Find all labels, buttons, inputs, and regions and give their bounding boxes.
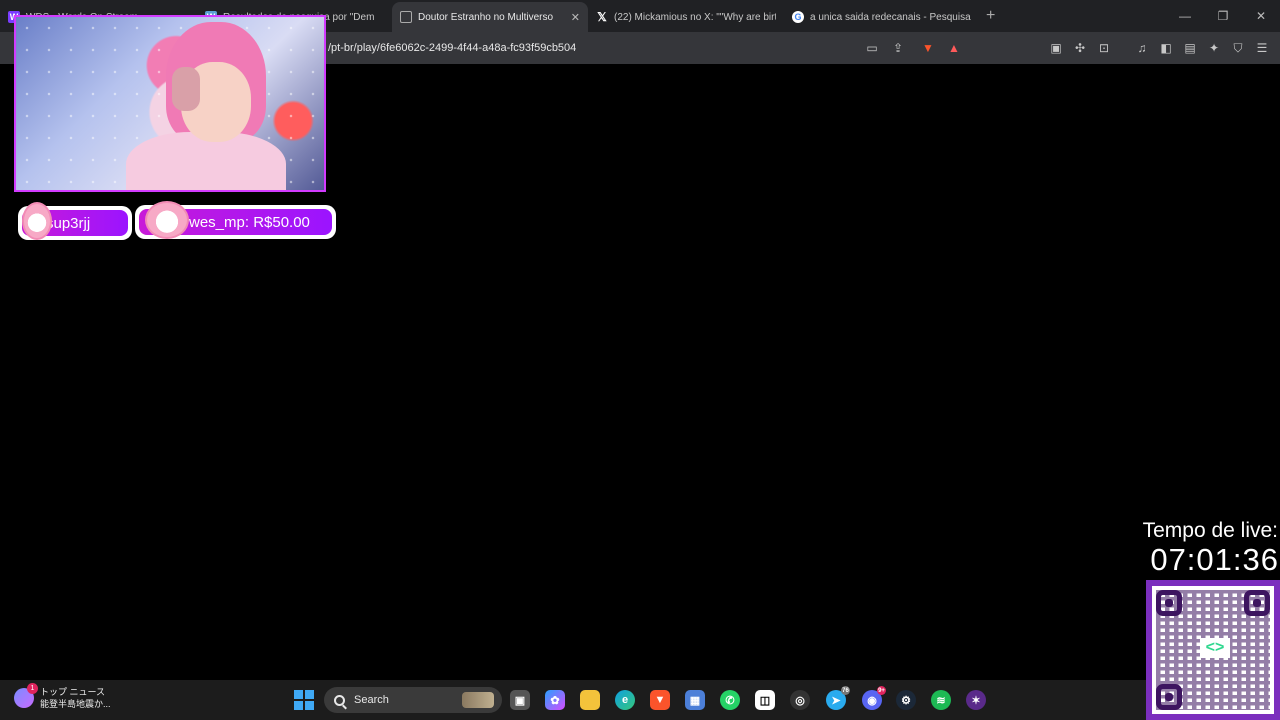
leo-ai-icon[interactable]: ✦	[1206, 40, 1222, 56]
capcut-icon[interactable]: ◫	[755, 690, 775, 710]
tab-x-post[interactable]: 𝕏 (22) Mickamious no X: ""Why are birt	[588, 2, 784, 32]
brave-shields-icon[interactable]: ▼	[920, 40, 936, 56]
telegram-icon[interactable]: ➤ 76	[826, 686, 850, 710]
extensions-icon[interactable]: ✣	[1072, 40, 1088, 56]
obs-icon[interactable]: ◎	[790, 690, 810, 710]
extension-counter-icon[interactable]: ▣	[1048, 40, 1064, 56]
cast-icon[interactable]: ▭	[864, 40, 880, 56]
donation-alert: wes_mp: R$50.00	[135, 201, 336, 239]
tab-doutor-estranho[interactable]: Doutor Estranho no Multiverso ✕	[392, 2, 588, 32]
tab-title: Doutor Estranho no Multiverso	[418, 11, 554, 23]
tab-google-search[interactable]: G a unica saida redecanais - Pesquisa G	[784, 2, 980, 32]
search-highlight-icon	[462, 692, 494, 708]
menu-icon[interactable]: ☰	[1254, 40, 1270, 56]
telegram-badge: 76	[841, 686, 850, 695]
qr-code: <>	[1146, 580, 1280, 720]
pig-mascot-icon	[145, 201, 189, 239]
edge-icon[interactable]: e	[615, 690, 635, 710]
windows-taskbar: 1 トップ ニュース 能登半島地震か... Search ▣ ✿ e ▼ ▦ ✆…	[0, 680, 1146, 720]
vpn-icon[interactable]: ⛉	[1230, 40, 1246, 56]
search-label: Search	[354, 694, 389, 706]
copilot-icon[interactable]: ✿	[545, 690, 565, 710]
news-subtitle: 能登半島地震か...	[40, 699, 111, 709]
screenshot-icon[interactable]: ⊡	[1096, 40, 1112, 56]
tab-title: a unica saida redecanais - Pesquisa G	[810, 11, 972, 23]
google-icon: G	[792, 11, 804, 23]
steam-icon[interactable]: ⚙	[896, 690, 916, 710]
screen: W WDS - Words On Stream W Resultados da …	[0, 0, 1280, 720]
taskbar-search[interactable]: Search	[324, 687, 502, 713]
app-icon[interactable]: ✶	[966, 690, 986, 710]
live-timer-label: Tempo de live:	[1142, 519, 1278, 542]
discord-badge: 9+	[877, 686, 886, 695]
player-icon	[400, 11, 412, 23]
spotify-icon[interactable]: ≋	[931, 690, 951, 710]
brave-icon[interactable]: ▼	[650, 690, 670, 710]
store-icon[interactable]: ▦	[685, 690, 705, 710]
discord-icon[interactable]: ◉ 9+	[862, 686, 886, 710]
file-explorer-icon[interactable]	[580, 690, 600, 710]
search-icon	[334, 694, 345, 706]
webcam-overlay	[14, 15, 326, 192]
qr-logo-icon: <>	[1200, 638, 1230, 658]
task-view-icon[interactable]: ▣	[510, 690, 530, 710]
news-badge: 1	[27, 683, 38, 694]
close-tab-icon[interactable]: ✕	[571, 11, 580, 24]
restore-icon[interactable]: ❐	[1204, 0, 1242, 32]
widgets-icon: 1	[14, 683, 38, 708]
whatsapp-icon[interactable]: ✆	[720, 690, 740, 710]
new-tab-button[interactable]: +	[986, 7, 995, 25]
news-title: トップ ニュース	[40, 687, 106, 697]
close-window-icon[interactable]: ✕	[1242, 0, 1280, 32]
address-bar-url[interactable]: /pt-br/play/6fe6062c-2499-4f44-a48a-fc93…	[328, 42, 576, 54]
wallet-icon[interactable]: ▤	[1182, 40, 1198, 56]
cake-mascot-icon	[22, 202, 52, 240]
live-timer-value: 07:01:36	[1150, 542, 1279, 577]
start-button[interactable]	[294, 690, 314, 710]
media-icon[interactable]: ♫	[1134, 40, 1150, 56]
follower-alert: sup3rjj	[18, 202, 132, 240]
tab-title: (22) Mickamious no X: ""Why are birt	[614, 11, 776, 23]
news-widget[interactable]: 1 トップ ニュース 能登半島地震か...	[14, 683, 111, 710]
share-icon[interactable]: ⇪	[890, 40, 906, 56]
x-icon: 𝕏	[597, 10, 607, 24]
window-controls: — ❐ ✕	[1166, 0, 1280, 32]
minimize-icon[interactable]: —	[1166, 0, 1204, 32]
sidebar-icon[interactable]: ◧	[1158, 40, 1174, 56]
brave-rewards-icon[interactable]: ▲	[946, 40, 962, 56]
